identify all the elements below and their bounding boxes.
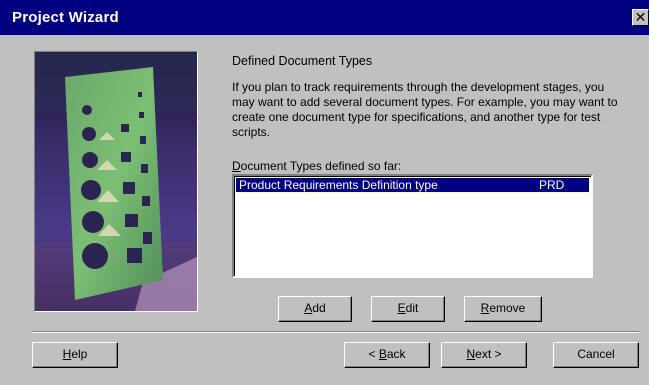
next-accelerator: N [466,347,476,361]
project-wizard-dialog: Project Wizard ✕ Defined Document Types … [0,0,649,385]
separator [32,331,639,333]
add-button[interactable]: Add [278,296,352,322]
document-type-code: PRD [539,178,565,192]
help-label: elp [71,347,88,361]
back-arrow: < [368,347,379,361]
close-icon: ✕ [634,9,647,25]
back-button[interactable]: < Back [344,342,430,368]
cancel-button[interactable]: Cancel [553,342,639,368]
hardware-stencil-photo-icon [35,52,197,311]
help-button[interactable]: Help [32,342,118,368]
page-heading: Defined Document Types [232,54,373,68]
list-label-text: ocument Types defined so far: [240,159,402,173]
remove-label: emove [489,301,526,315]
list-label-accelerator: D [232,159,241,173]
title-bar[interactable]: Project Wizard ✕ [0,0,649,35]
list-item[interactable]: Product Requirements Definition type PRD [235,177,590,193]
next-button[interactable]: Next > [441,342,527,368]
next-label: ext > [475,347,502,361]
cancel-label: Cancel [577,347,615,361]
remove-button[interactable]: Remove [464,296,542,322]
edit-button[interactable]: Edit [371,296,445,322]
wizard-illustration [34,51,198,312]
window-title: Project Wizard [12,9,119,26]
add-label: dd [312,301,326,315]
page-description: If you plan to track requirements throug… [232,80,618,139]
document-type-name: Product Requirements Definition type [239,178,438,192]
document-types-label: Document Types defined so far: [232,159,401,173]
back-accelerator: B [378,347,387,361]
edit-accelerator: E [397,301,406,315]
back-label: ack [386,347,406,361]
remove-accelerator: R [480,301,490,315]
edit-label: dit [405,301,419,315]
document-types-listbox[interactable]: Product Requirements Definition type PRD [232,174,593,278]
close-button[interactable]: ✕ [632,9,649,26]
